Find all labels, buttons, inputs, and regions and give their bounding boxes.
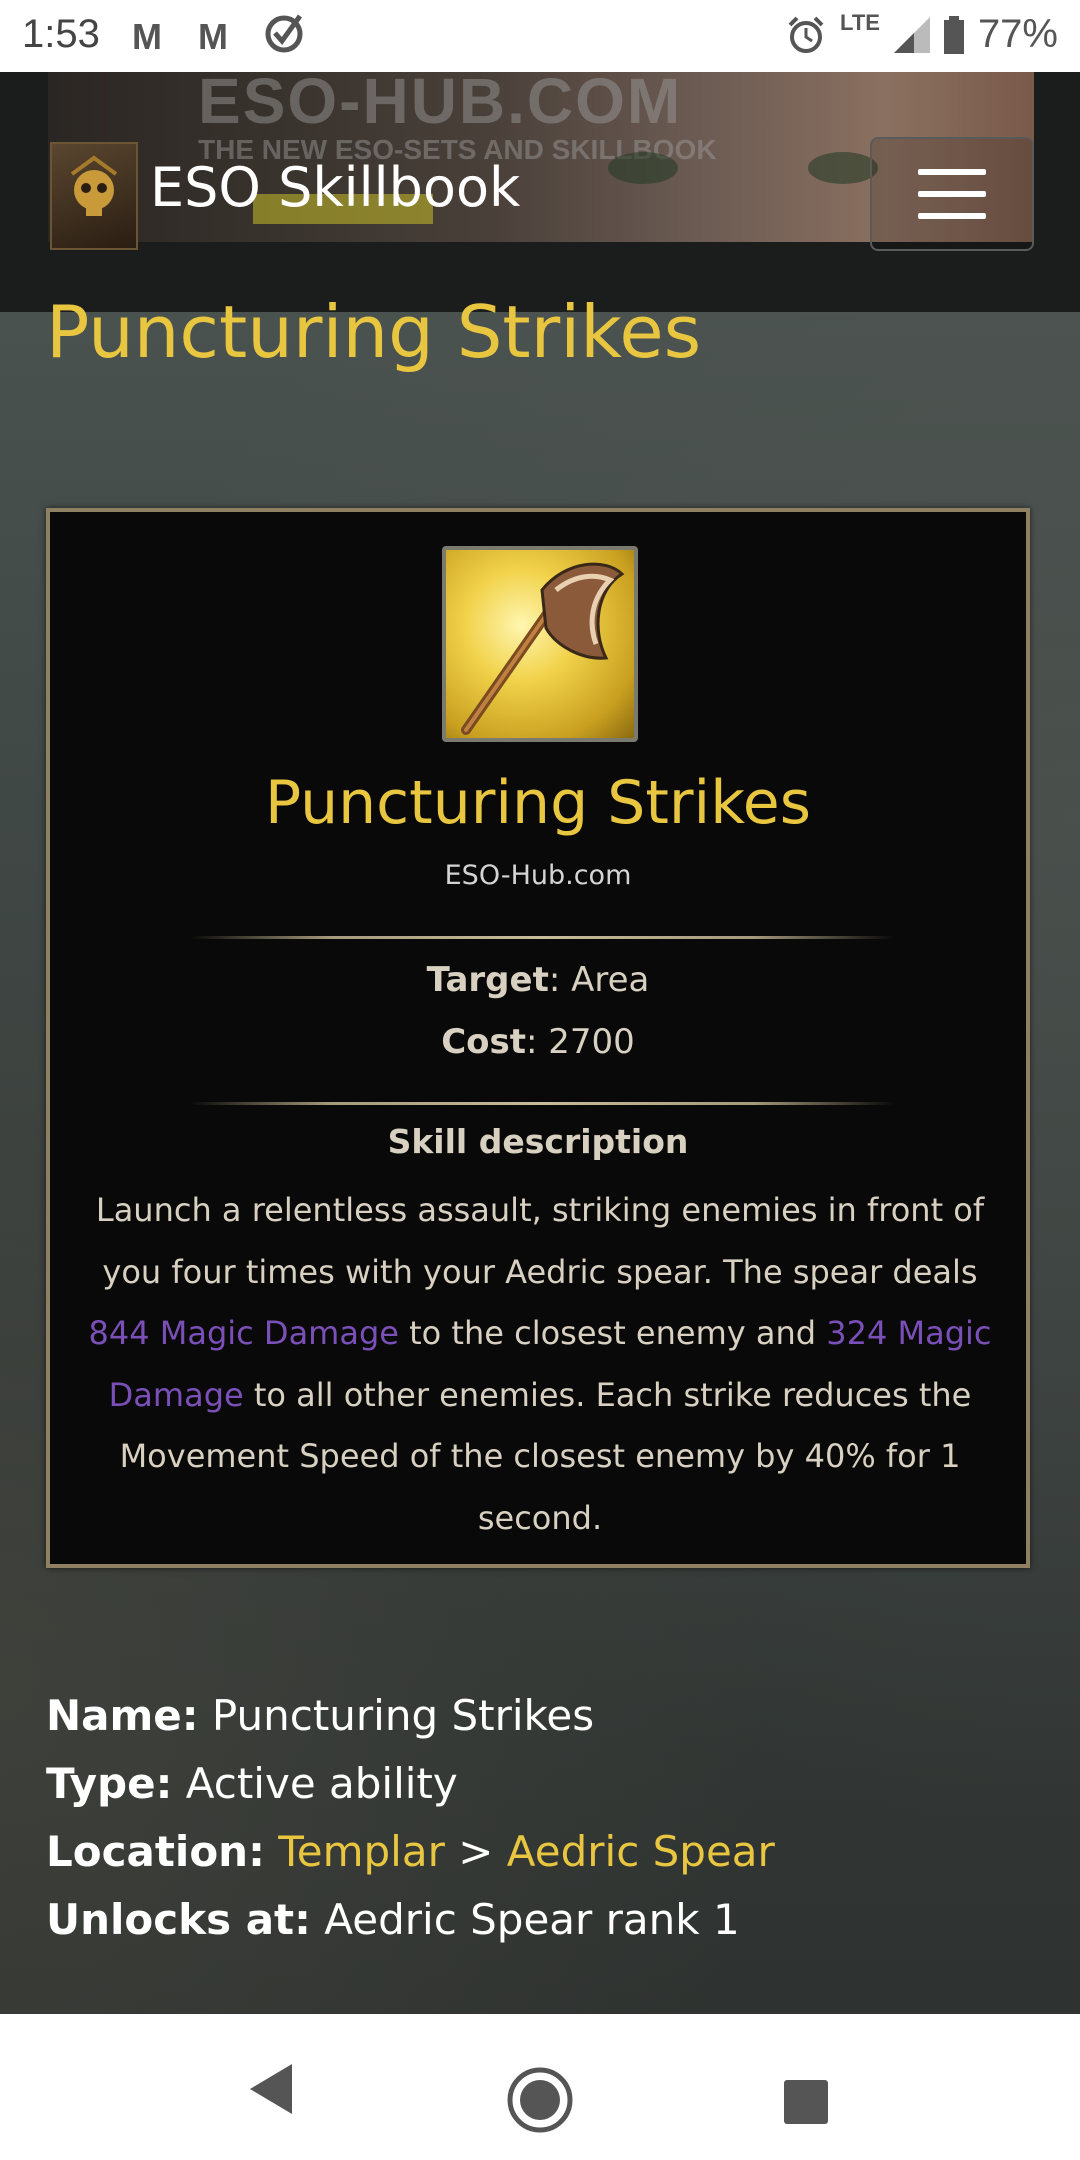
- info-type-row: Type: Active ability: [46, 1750, 775, 1818]
- description-text: to the closest enemy and: [398, 1314, 827, 1352]
- page-title: Puncturing Strikes: [46, 290, 702, 374]
- status-bar: 1:53 M M LTE 77%: [0, 0, 1080, 72]
- cost-stat: Cost: 2700: [50, 1022, 1026, 1062]
- skill-info: Name: Puncturing Strikes Type: Active ab…: [46, 1682, 775, 1954]
- network-type: LTE: [840, 9, 880, 35]
- banner-eye-shape: [808, 152, 878, 184]
- location-label: Location:: [46, 1827, 265, 1876]
- target-stat: Target: Area: [50, 960, 1026, 1000]
- signal-icon: [893, 16, 930, 53]
- back-icon[interactable]: [246, 2062, 296, 2116]
- main-content: Puncturing Strikes Puncturing Strikes ES…: [0, 290, 1080, 2014]
- cost-label: Cost: [441, 1022, 526, 1062]
- location-link-aedric-spear[interactable]: Aedric Spear: [507, 1827, 775, 1876]
- status-time: 1:53: [22, 12, 100, 56]
- name-label: Name:: [46, 1691, 199, 1740]
- skillbook-logo[interactable]: [50, 142, 138, 250]
- info-location-row: Location: Templar > Aedric Spear: [46, 1818, 775, 1886]
- unlocks-value: Aedric Spear rank 1: [310, 1895, 740, 1944]
- battery-icon: [943, 15, 964, 54]
- gmail-icon: M: [132, 16, 162, 57]
- description-text: Launch a relentless assault, striking en…: [95, 1191, 985, 1291]
- info-name-row: Name: Puncturing Strikes: [46, 1682, 775, 1750]
- info-unlocks-row: Unlocks at: Aedric Spear rank 1: [46, 1886, 775, 1954]
- divider: [190, 1102, 894, 1105]
- cost-value: : 2700: [526, 1022, 635, 1062]
- banner-eye-shape: [608, 152, 678, 184]
- location-link-templar[interactable]: Templar: [278, 1827, 445, 1876]
- description-text: to all other enemies. Each strike reduce…: [119, 1375, 972, 1537]
- magic-damage-link[interactable]: 844 Magic Damage: [88, 1314, 398, 1352]
- banner-text: ESO-HUB.COM: [198, 72, 683, 137]
- site-header: ESO-HUB.COM THE NEW ESO-SETS AND SKILLBO…: [0, 72, 1080, 312]
- skill-description: Launch a relentless assault, striking en…: [76, 1180, 1004, 1549]
- type-value: Active ability: [172, 1759, 458, 1808]
- system-nav-bar: [0, 2014, 1080, 2160]
- check-circle-icon: [265, 14, 303, 53]
- skill-card: Puncturing Strikes ESO-Hub.com Target: A…: [46, 508, 1030, 1568]
- unlocks-label: Unlocks at:: [46, 1895, 311, 1944]
- source-site: ESO-Hub.com: [444, 860, 632, 891]
- recents-icon[interactable]: [784, 2080, 828, 2124]
- battery-percent: 77%: [977, 12, 1058, 56]
- skull-book-icon: [70, 155, 118, 216]
- skill-title: Puncturing Strikes: [265, 768, 811, 838]
- site-brand[interactable]: ESO Skillbook: [150, 156, 520, 219]
- location-separator: >: [444, 1827, 507, 1876]
- target-value: : Area: [548, 960, 650, 1000]
- type-label: Type:: [46, 1759, 173, 1808]
- name-value: Puncturing Strikes: [198, 1691, 595, 1740]
- description-heading: Skill description: [387, 1122, 689, 1161]
- gmail-icon: M: [198, 16, 228, 57]
- target-label: Target: [426, 960, 549, 1000]
- home-icon[interactable]: [506, 2066, 574, 2134]
- alarm-icon: [788, 16, 824, 53]
- divider: [190, 936, 894, 939]
- hamburger-menu-icon[interactable]: [870, 137, 1034, 251]
- axe-skill-icon: [442, 546, 638, 742]
